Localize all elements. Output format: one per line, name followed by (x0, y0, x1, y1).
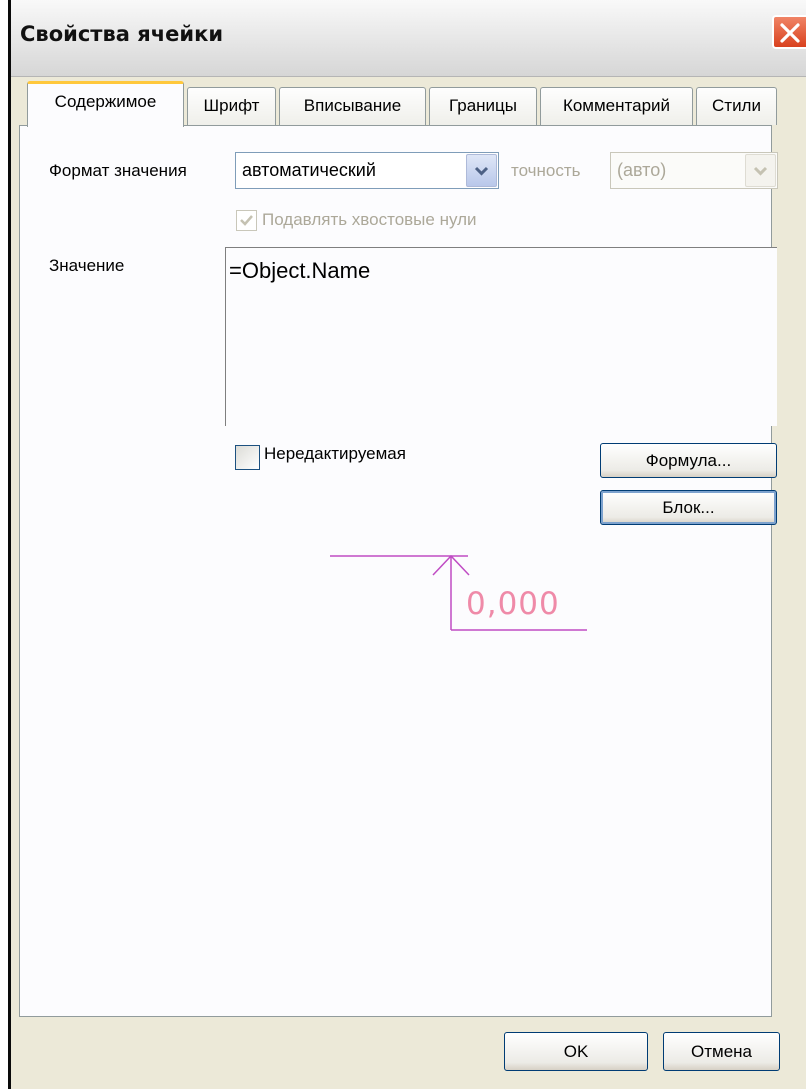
readonly-checkbox[interactable] (235, 445, 260, 470)
close-button[interactable] (772, 15, 806, 49)
tab-fitting[interactable]: Вписывание (279, 87, 426, 125)
tab-comment[interactable]: Комментарий (540, 87, 693, 125)
dialog-title: Свойства ячейки (20, 22, 224, 46)
precision-dropdown-button[interactable] (745, 154, 776, 187)
format-label: Формат значения (49, 161, 187, 180)
precision-select[interactable]: (авто) (610, 152, 778, 189)
value-label: Значение (49, 256, 125, 275)
tab-styles[interactable]: Стили (696, 87, 777, 125)
tab-font[interactable]: Шрифт (187, 87, 276, 125)
tab-borders[interactable]: Границы (429, 87, 537, 125)
suppress-zeros-label: Подавлять хвостовые нули (262, 210, 477, 229)
block-button[interactable]: Блок... (600, 490, 777, 525)
title-bar[interactable]: Свойства ячейки (11, 0, 806, 77)
readonly-label: Нередактируемая (264, 444, 406, 463)
chevron-down-icon (753, 166, 768, 176)
precision-label: точность (511, 161, 581, 180)
value-textarea[interactable]: =Object.Name (225, 247, 777, 426)
tab-content[interactable]: Содержимое (27, 81, 184, 127)
value-text: =Object.Name (229, 258, 371, 283)
suppress-zeros-checkbox[interactable] (236, 210, 257, 231)
precision-select-value: (авто) (617, 160, 667, 180)
cancel-button[interactable]: Отмена (663, 1032, 780, 1071)
checkmark-icon (240, 215, 253, 226)
close-icon (780, 23, 800, 43)
preview-value: 0,000 (466, 586, 560, 622)
format-select-value: автоматический (242, 160, 376, 180)
ok-button[interactable]: OK (504, 1032, 648, 1071)
format-select[interactable]: автоматический (235, 152, 499, 189)
format-dropdown-button[interactable] (466, 154, 497, 187)
chevron-down-icon (474, 166, 489, 176)
formula-button[interactable]: Формула... (600, 443, 777, 478)
